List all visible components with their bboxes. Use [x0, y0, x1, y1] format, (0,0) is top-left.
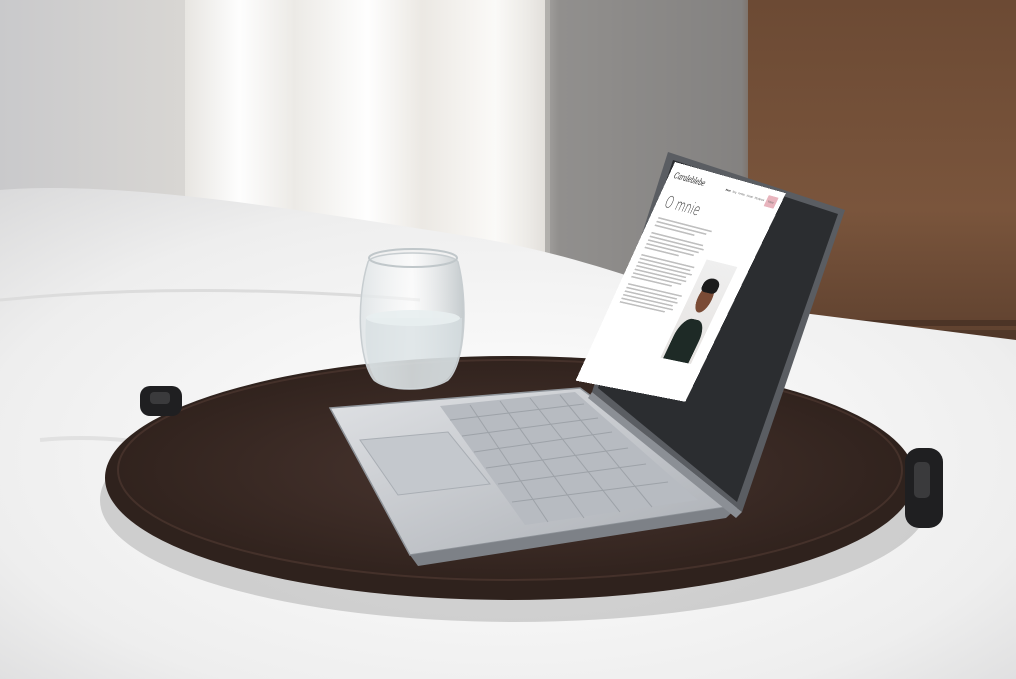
paragraph [631, 253, 698, 290]
nav-item-home[interactable]: Home [725, 188, 732, 193]
paragraph [619, 283, 685, 315]
nav-item-portfolio[interactable]: Portfolio [737, 191, 745, 197]
cta-button[interactable]: Napisz [763, 195, 779, 209]
nav-item-contact[interactable]: Kontakt [746, 193, 754, 198]
nav-item-blog[interactable]: Blog [732, 189, 737, 194]
site-logo[interactable]: Caraleblebe [672, 170, 707, 188]
photo-scene: Caraleblebe Home Blog Portfolio Kontakt … [0, 0, 1016, 679]
background-photo [0, 0, 1016, 679]
nav-item-collaboration[interactable]: Współpraca [754, 196, 765, 202]
